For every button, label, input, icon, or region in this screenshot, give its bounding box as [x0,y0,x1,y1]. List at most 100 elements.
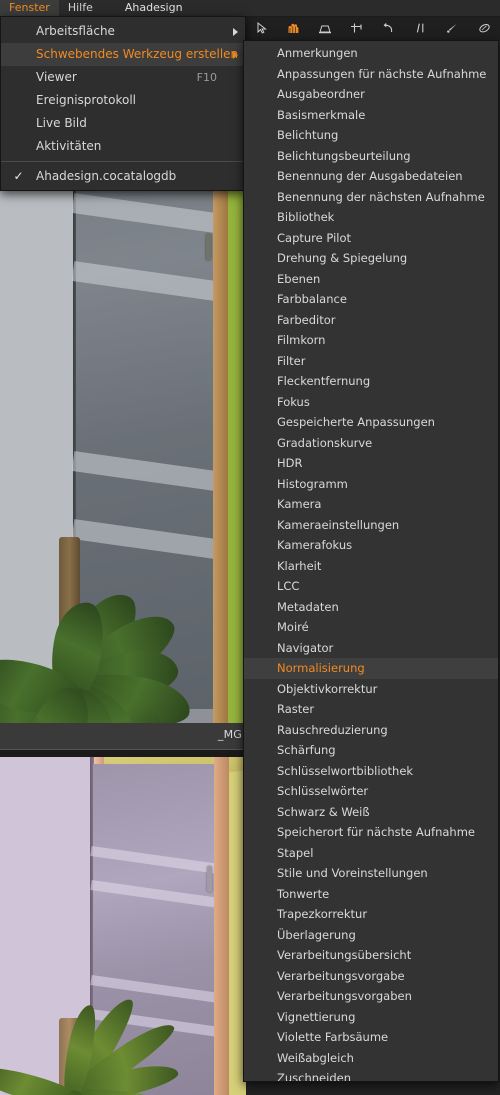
crop-hand-icon[interactable] [281,18,307,38]
palette-item-anmerkungen[interactable]: Anmerkungen [244,43,498,64]
spot-measure-icon[interactable] [408,18,434,38]
palette-item-histogramm[interactable]: Histogramm [244,474,498,495]
door-handle [206,866,212,893]
palette-item-drehung-und-spiegelung[interactable]: Drehung & Spiegelung [244,248,498,269]
menu-item-label: Live Bild [36,116,87,130]
menu-item-label: Ahadesign.cocatalogdb [36,169,177,183]
straighten-icon[interactable] [312,18,338,38]
palette-item-normalisierung[interactable]: Normalisierung [244,658,498,679]
palette-item-farbeditor[interactable]: Farbeditor [244,310,498,331]
palette-item-violette-farbsaeume[interactable]: Violette Farbsäume [244,1027,498,1048]
palette-item-basismerkmale[interactable]: Basismerkmale [244,105,498,126]
palette-item-verarbeitungsuebersicht[interactable]: Verarbeitungsübersicht [244,945,498,966]
palette-item-ebenen[interactable]: Ebenen [244,269,498,290]
submenu-arrow-icon [233,27,238,36]
palette-item-filmkorn[interactable]: Filmkorn [244,330,498,351]
potted-plant [0,892,199,1095]
menubar-item-label: Hilfe [67,1,93,14]
menu-item-live-bild[interactable]: Live Bild [1,112,245,135]
photo-tinted [0,757,246,1095]
palette-item-bibliothek[interactable]: Bibliothek [244,207,498,228]
palette-item-verarbeitungsvorgaben[interactable]: Verarbeitungsvorgaben [244,986,498,1007]
viewer-image-bottom[interactable] [0,757,246,1095]
palette-item-tonwerte[interactable]: Tonwerte [244,884,498,905]
palette-item-fokus[interactable]: Fokus [244,392,498,413]
palette-item-stapel[interactable]: Stapel [244,843,498,864]
submenu-arrow-icon [233,50,238,59]
palette-item-objektivkorrektur[interactable]: Objektivkorrektur [244,679,498,700]
palette-item-belichtung[interactable]: Belichtung [244,125,498,146]
palette-item-kamerafokus[interactable]: Kamerafokus [244,535,498,556]
image-filename-label: _MG [217,728,242,741]
palette-item-rauschreduzierung[interactable]: Rauschreduzierung [244,720,498,741]
palette-item-weissabgleich[interactable]: Weißabgleich [244,1048,498,1069]
palette-item-ueberlagerung[interactable]: Überlagerung [244,925,498,946]
menubar-item-label: Fenster [9,1,50,14]
palette-item-moire[interactable]: Moiré [244,617,498,638]
keystone-icon[interactable] [344,18,370,38]
palette-item-raster[interactable]: Raster [244,699,498,720]
capture-one-window: _MG Fenster Hilfe Ahadesign Arbeitsfläch… [0,0,500,1095]
palette-item-stile-und-voreinstellungen[interactable]: Stile und Voreinstellungen [244,863,498,884]
palette-item-vignettierung[interactable]: Vignettierung [244,1007,498,1028]
palette-item-capture-pilot[interactable]: Capture Pilot [244,228,498,249]
image-caption-bar: _MG [0,723,246,749]
palette-item-verarbeitungsvorgabe[interactable]: Verarbeitungsvorgabe [244,966,498,987]
palette-item-schaerfung[interactable]: Schärfung [244,740,498,761]
palette-item-gespeicherte-anpassungen[interactable]: Gespeicherte Anpassungen [244,412,498,433]
menubar-item-hilfe[interactable]: Hilfe [59,0,102,16]
menu-item-ereignisprotokoll[interactable]: Ereignisprotokoll [1,89,245,112]
palette-item-trapezkorrektur[interactable]: Trapezkorrektur [244,904,498,925]
palette-item-lcc[interactable]: LCC [244,576,498,597]
palette-item-schwarz-und-weiss[interactable]: Schwarz & Weiß [244,802,498,823]
palette-item-speicherort-fuer-naechste-aufnahme[interactable]: Speicherort für nächste Aufnahme [244,822,498,843]
palette-item-metadaten[interactable]: Metadaten [244,597,498,618]
palette-item-schluesselwortbibliothek[interactable]: Schlüsselwortbibliothek [244,761,498,782]
palette-item-fleckentfernung[interactable]: Fleckentfernung [244,371,498,392]
rotate-icon[interactable] [376,18,402,38]
menubar-item-fenster[interactable]: Fenster [0,0,59,16]
palette-item-anpassungen-fuer-naechste-aufnahme[interactable]: Anpassungen für nächste Aufnahme [244,64,498,85]
palette-item-kameraeinstellungen[interactable]: Kameraeinstellungen [244,515,498,536]
checkmark-icon: ✓ [13,169,24,183]
door-handle [205,233,211,260]
tool-toolbar[interactable] [246,16,500,40]
palette-item-benennung-der-naechsten-aufnahme[interactable]: Benennung der nächsten Aufnahme [244,187,498,208]
menu-item-viewer[interactable]: Viewer F10 [1,66,245,89]
heal-brush-icon[interactable] [471,18,497,38]
floating-tool-submenu[interactable]: Anmerkungen Anpassungen für nächste Aufn… [243,40,499,1082]
door-frame-wood-right [214,757,229,1095]
palette-item-navigator[interactable]: Navigator [244,638,498,659]
door-reflection-bar [72,193,225,235]
menu-item-ahadesign-cocatalogdb[interactable]: ✓ Ahadesign.cocatalogdb [1,165,245,188]
menu-item-schwebendes-werkzeug-erstellen[interactable]: Schwebendes Werkzeug erstellen [1,43,245,66]
palette-item-ausgabeordner[interactable]: Ausgabeordner [244,84,498,105]
menu-item-label: Schwebendes Werkzeug erstellen [36,47,239,61]
menubar-item-ahadesign[interactable]: Ahadesign [116,0,192,16]
palette-item-filter[interactable]: Filter [244,351,498,372]
palette-item-farbbalance[interactable]: Farbbalance [244,289,498,310]
dust-remove-icon[interactable] [439,18,465,38]
cursor-arrow-icon[interactable] [249,18,275,38]
door-reflection-bar [90,845,224,875]
menu-item-label: Viewer [36,70,77,84]
palette-item-klarheit[interactable]: Klarheit [244,556,498,577]
palette-item-belichtungsbeurteilung[interactable]: Belichtungsbeurteilung [244,146,498,167]
palette-item-kamera[interactable]: Kamera [244,494,498,515]
palette-item-schluesselwoerter[interactable]: Schlüsselwörter [244,781,498,802]
palette-item-zuschneiden[interactable]: Zuschneiden [244,1068,498,1081]
menu-item-label: Arbeitsfläche [36,24,115,38]
menubar-item-label: Ahadesign [124,1,183,14]
menu-item-aktivitaeten[interactable]: Aktivitäten [1,135,245,158]
palette-item-gradationskurve[interactable]: Gradationskurve [244,433,498,454]
palette-item-benennung-der-ausgabedateien[interactable]: Benennung der Ausgabedateien [244,166,498,187]
menu-separator [1,161,245,162]
palette-item-hdr[interactable]: HDR [244,453,498,474]
menubar[interactable]: Fenster Hilfe Ahadesign [0,0,500,17]
potted-plant [0,285,199,723]
menu-item-arbeitsflaeche[interactable]: Arbeitsfläche [1,20,245,43]
menu-item-shortcut: F10 [196,71,217,84]
menu-item-label: Aktivitäten [36,139,102,153]
fenster-dropdown-menu[interactable]: Arbeitsfläche Schwebendes Werkzeug erste… [0,16,246,191]
menu-item-label: Ereignisprotokoll [36,93,136,107]
